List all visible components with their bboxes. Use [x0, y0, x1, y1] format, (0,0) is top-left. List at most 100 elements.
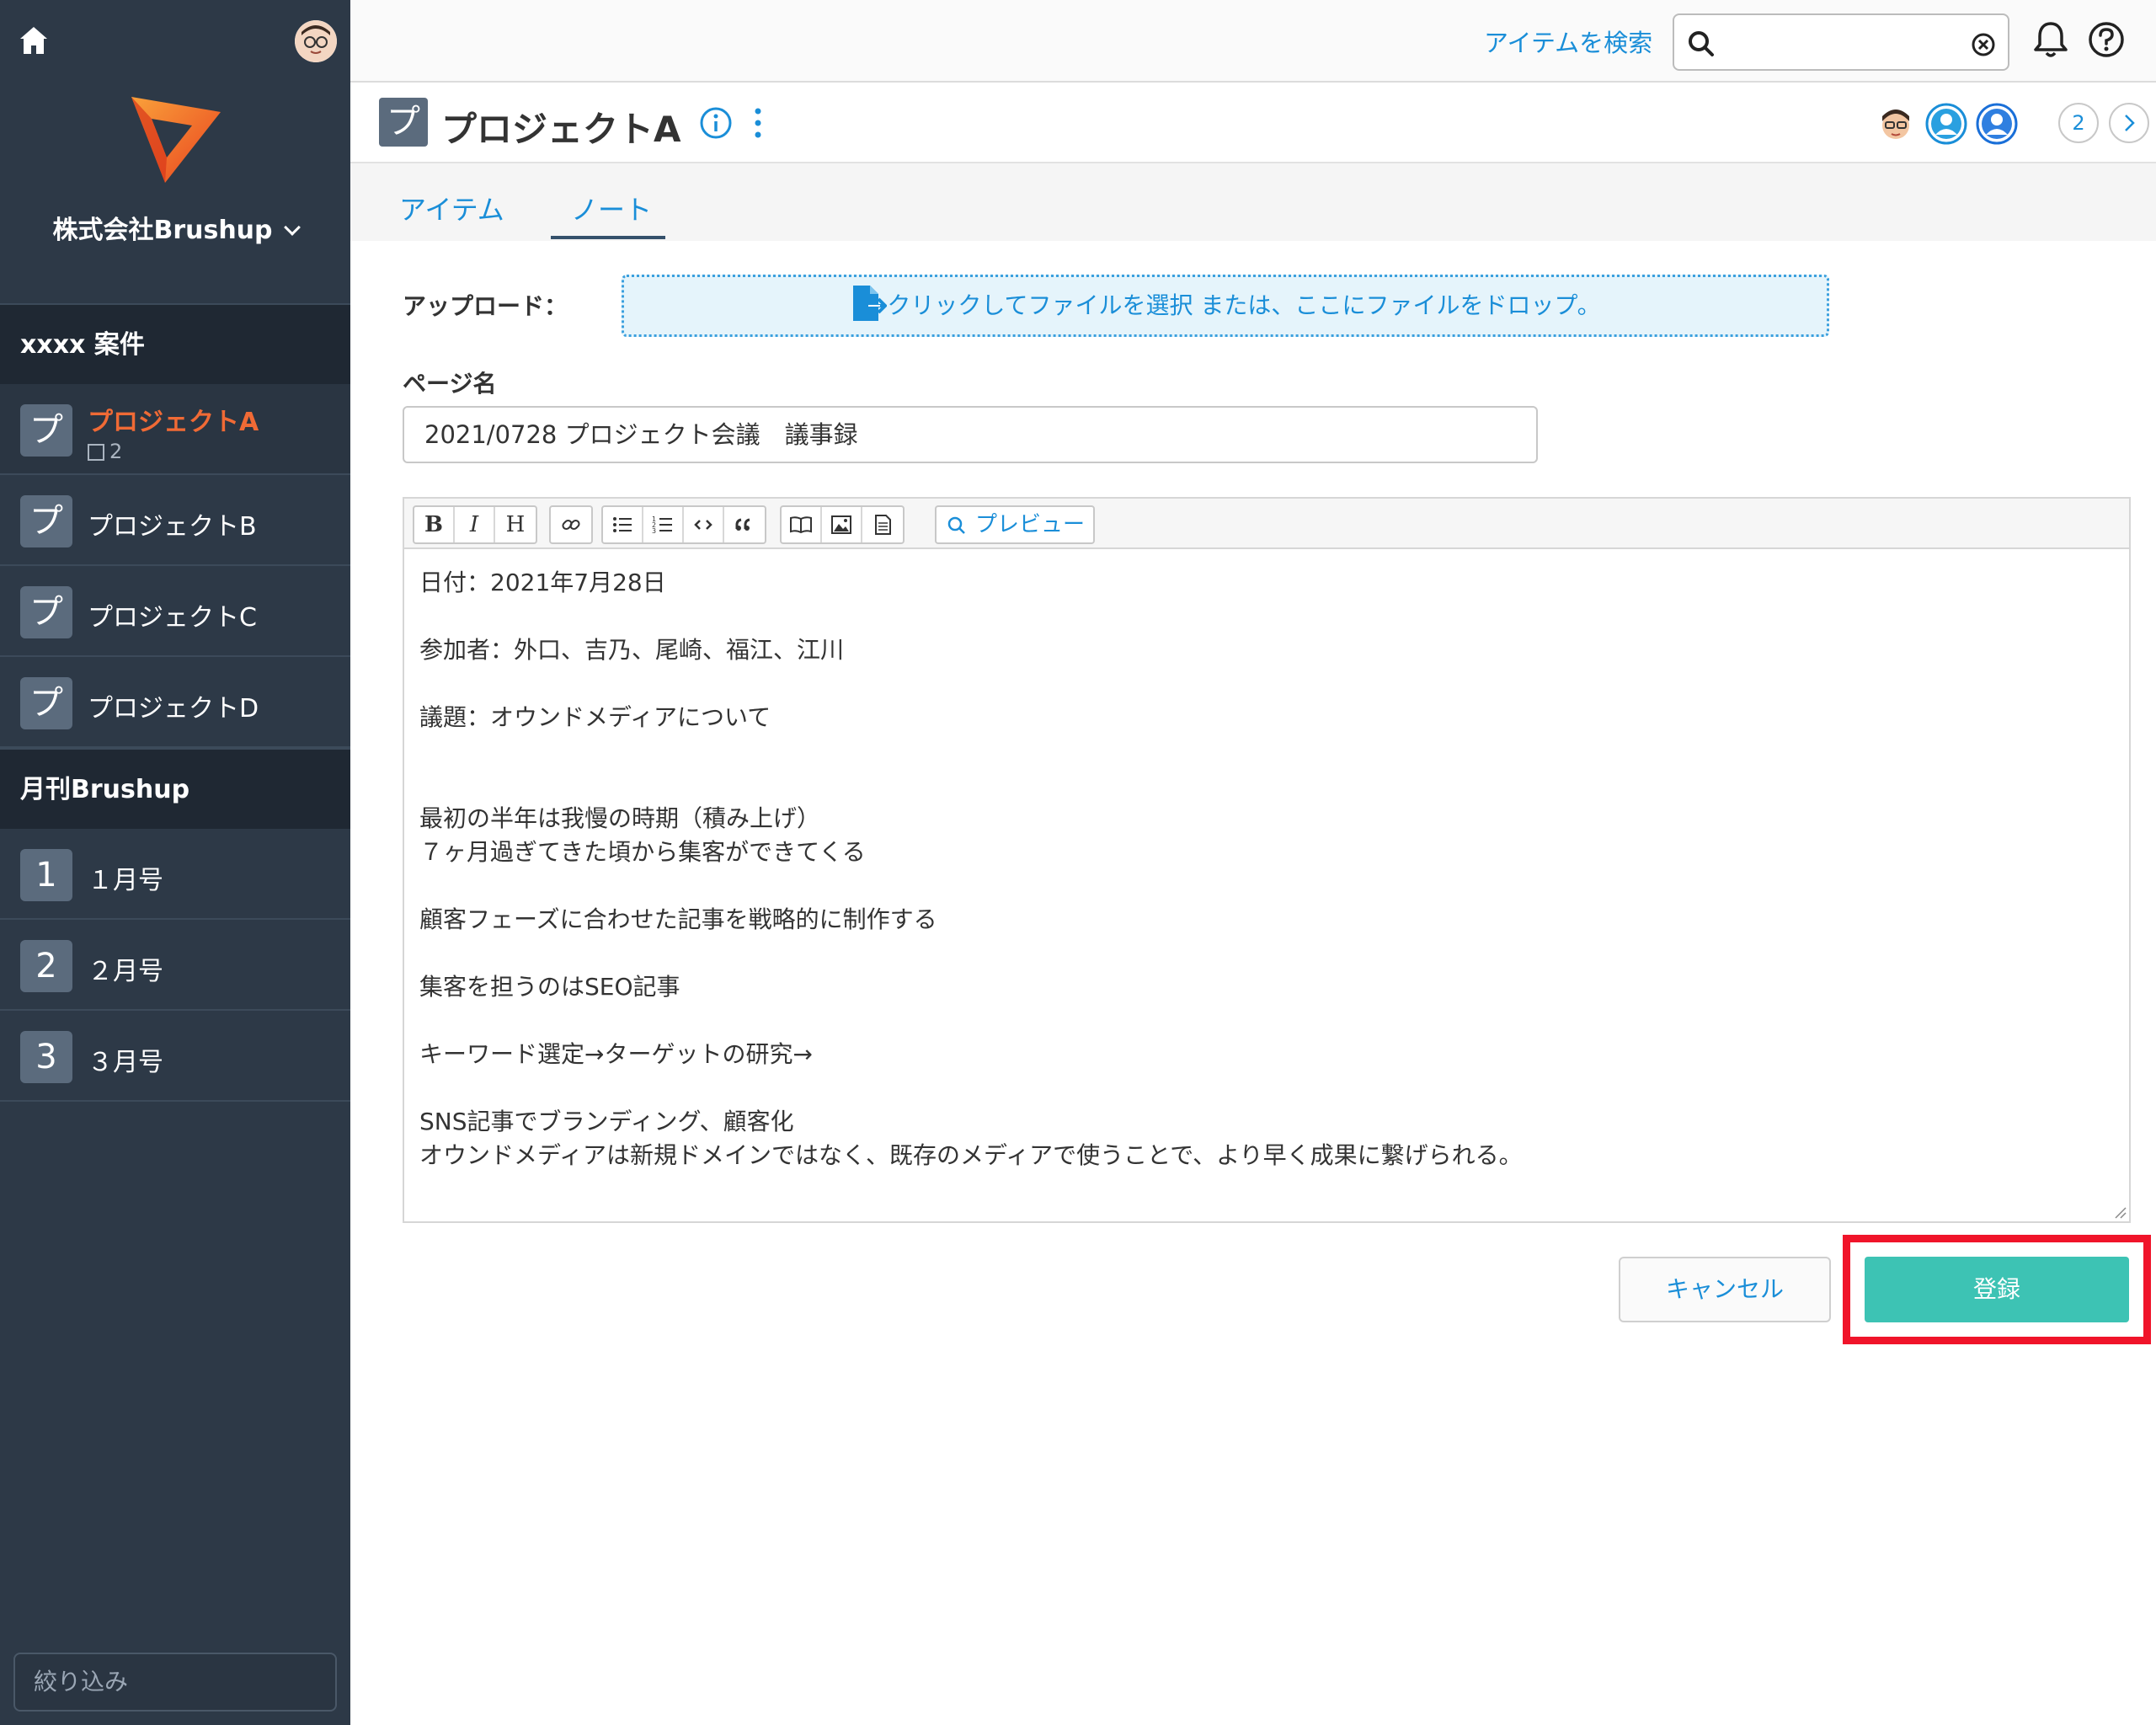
quote-button[interactable] — [724, 507, 765, 542]
sidebar-item-label: プロジェクトC — [88, 603, 257, 633]
bold-button[interactable]: B — [414, 507, 455, 542]
sidebar-item-label: ２月号 — [88, 957, 163, 986]
info-icon[interactable] — [699, 106, 733, 140]
filter-input[interactable]: 絞り込み — [13, 1653, 337, 1712]
document-button[interactable] — [862, 507, 903, 542]
numbered-list-button[interactable]: 1 2 3 — [643, 507, 684, 542]
search-input[interactable] — [1673, 13, 2009, 71]
help-icon[interactable] — [2085, 19, 2127, 61]
brushup-logo — [131, 97, 221, 183]
tab-items[interactable]: アイテム — [399, 189, 504, 227]
code-button[interactable] — [684, 507, 724, 542]
member-overflow-count[interactable]: 2 — [2058, 103, 2099, 143]
company-name: 株式会社Brushup — [52, 216, 273, 245]
sidebar-item-project-d[interactable]: プ プロジェクトD — [0, 657, 350, 748]
editor-line: ７ヶ月過ぎてきた頃から集客ができてくる — [419, 838, 866, 866]
list-group: 1 2 3 — [601, 505, 766, 544]
heading-button[interactable]: H — [495, 507, 536, 542]
editor-line: キーワード選定→ターゲットの研究→ — [419, 1040, 813, 1068]
editor-textarea[interactable]: 日付：2021年7月28日参加者：外口、吉乃、尾崎、福江、江川 議題：オウンドメデ… — [419, 566, 2104, 1172]
user-avatar[interactable] — [295, 20, 337, 62]
file-dropzone[interactable]: クリックしてファイルを選択 または、ここにファイルをドロップ。 — [622, 275, 1829, 337]
sidebar-item-label: プロジェクトD — [88, 694, 259, 724]
sidebar-item-project-a[interactable]: プ プロジェクトA 2 — [0, 384, 350, 475]
editor-toolbar: B I H 1 2 3 プレビュー — [404, 499, 2129, 549]
bell-icon[interactable] — [2030, 19, 2072, 61]
project-badge: プ — [20, 677, 72, 729]
search-icon — [947, 516, 965, 534]
member-avatar[interactable] — [1925, 103, 1967, 145]
project-badge: プ — [20, 404, 72, 457]
bullet-list-icon — [613, 517, 632, 532]
cancel-button[interactable]: キャンセル — [1619, 1257, 1831, 1322]
page-name-label: ページ名 — [403, 370, 497, 398]
editor-line: 最初の半年は我慢の時期（積み上げ） — [419, 804, 821, 832]
sidebar-item-project-b[interactable]: プ プロジェクトB — [0, 475, 350, 566]
sidebar-item-issue-2[interactable]: 2 ２月号 — [0, 920, 350, 1011]
editor-line: 議題：オウンドメディアについて — [419, 703, 771, 731]
book-button[interactable] — [782, 507, 822, 542]
editor-line: 日付：2021年7月28日 — [419, 569, 666, 596]
sidebar: 株式会社Brushup xxxx 案件 プ プロジェクトA 2 プ プロジェクト… — [0, 0, 350, 1725]
upload-label: アップロード： — [403, 292, 568, 320]
link-icon — [562, 519, 580, 531]
bullet-list-button[interactable] — [603, 507, 643, 542]
project-badge: 2 — [20, 940, 72, 992]
link-button[interactable] — [551, 507, 591, 542]
clear-icon[interactable] — [1971, 32, 1996, 57]
sidebar-item-label: １月号 — [88, 866, 163, 895]
editor-line: 参加者：外口、吉乃、尾崎、福江、江川 — [419, 636, 845, 664]
project-badge: プ — [20, 586, 72, 638]
image-icon — [831, 515, 851, 534]
member-avatar[interactable] — [1976, 103, 2018, 145]
dropzone-text: クリックしてファイルを選択 または、ここにファイルをドロップ。 — [887, 291, 1601, 319]
project-badge: プ — [379, 98, 428, 147]
sidebar-group-header[interactable]: xxxx 案件 — [0, 303, 350, 384]
tab-notes[interactable]: ノート — [571, 189, 652, 227]
preview-label: プレビュー — [975, 512, 1086, 537]
editor-line: 集客を担うのはSEO記事 — [419, 973, 680, 1001]
project-badge: 3 — [20, 1031, 72, 1083]
highlight-annotation — [1843, 1235, 2151, 1344]
page-title: プロジェクトA — [441, 109, 681, 150]
link-group — [549, 505, 593, 544]
sidebar-item-label: プロジェクトB — [88, 512, 257, 542]
editor-line: オウンドメディアは新規ドメインではなく、既存のメディアで使うことで、より早く成果… — [419, 1141, 1523, 1169]
file-upload-icon — [853, 286, 888, 321]
members-next-button[interactable] — [2109, 103, 2149, 143]
member-avatar[interactable] — [1875, 103, 1917, 145]
sidebar-item-issue-1[interactable]: 1 １月号 — [0, 829, 350, 920]
resize-handle-icon[interactable] — [2112, 1204, 2127, 1220]
sidebar-item-label: プロジェクトA — [88, 408, 259, 437]
sidebar-group-header[interactable]: 月刊Brushup — [0, 748, 350, 829]
sidebar-item-issue-3[interactable]: 3 ３月号 — [0, 1011, 350, 1102]
project-header: プ プロジェクトA 2 — [350, 83, 2156, 163]
svg-text:3: 3 — [652, 527, 656, 535]
project-badge: 1 — [20, 849, 72, 901]
image-button[interactable] — [822, 507, 862, 542]
code-icon — [694, 520, 712, 530]
more-vertical-icon[interactable] — [751, 106, 765, 140]
sidebar-header: 株式会社Brushup — [0, 0, 350, 303]
task-count: 2 — [88, 440, 122, 463]
top-bar: アイテムを検索 — [350, 0, 2156, 83]
company-switcher[interactable]: 株式会社Brushup — [0, 209, 350, 246]
search-items-link[interactable]: アイテムを検索 — [1484, 24, 1652, 59]
document-icon — [875, 515, 891, 535]
format-group: B I H — [413, 505, 537, 544]
italic-button[interactable]: I — [455, 507, 495, 542]
numbered-list-icon: 1 2 3 — [652, 515, 672, 535]
sidebar-item-label: ３月号 — [88, 1048, 163, 1077]
markdown-editor: B I H 1 2 3 プレビュー 日付：2021年7月28日 参加者：外口、吉… — [403, 497, 2131, 1223]
sidebar-item-project-c[interactable]: プ プロジェクトC — [0, 566, 350, 657]
page-name-input[interactable]: 2021/0728 プロジェクト会議 議事録 — [403, 406, 1538, 463]
home-icon[interactable] — [15, 22, 52, 59]
preview-button[interactable]: プレビュー — [935, 505, 1095, 544]
